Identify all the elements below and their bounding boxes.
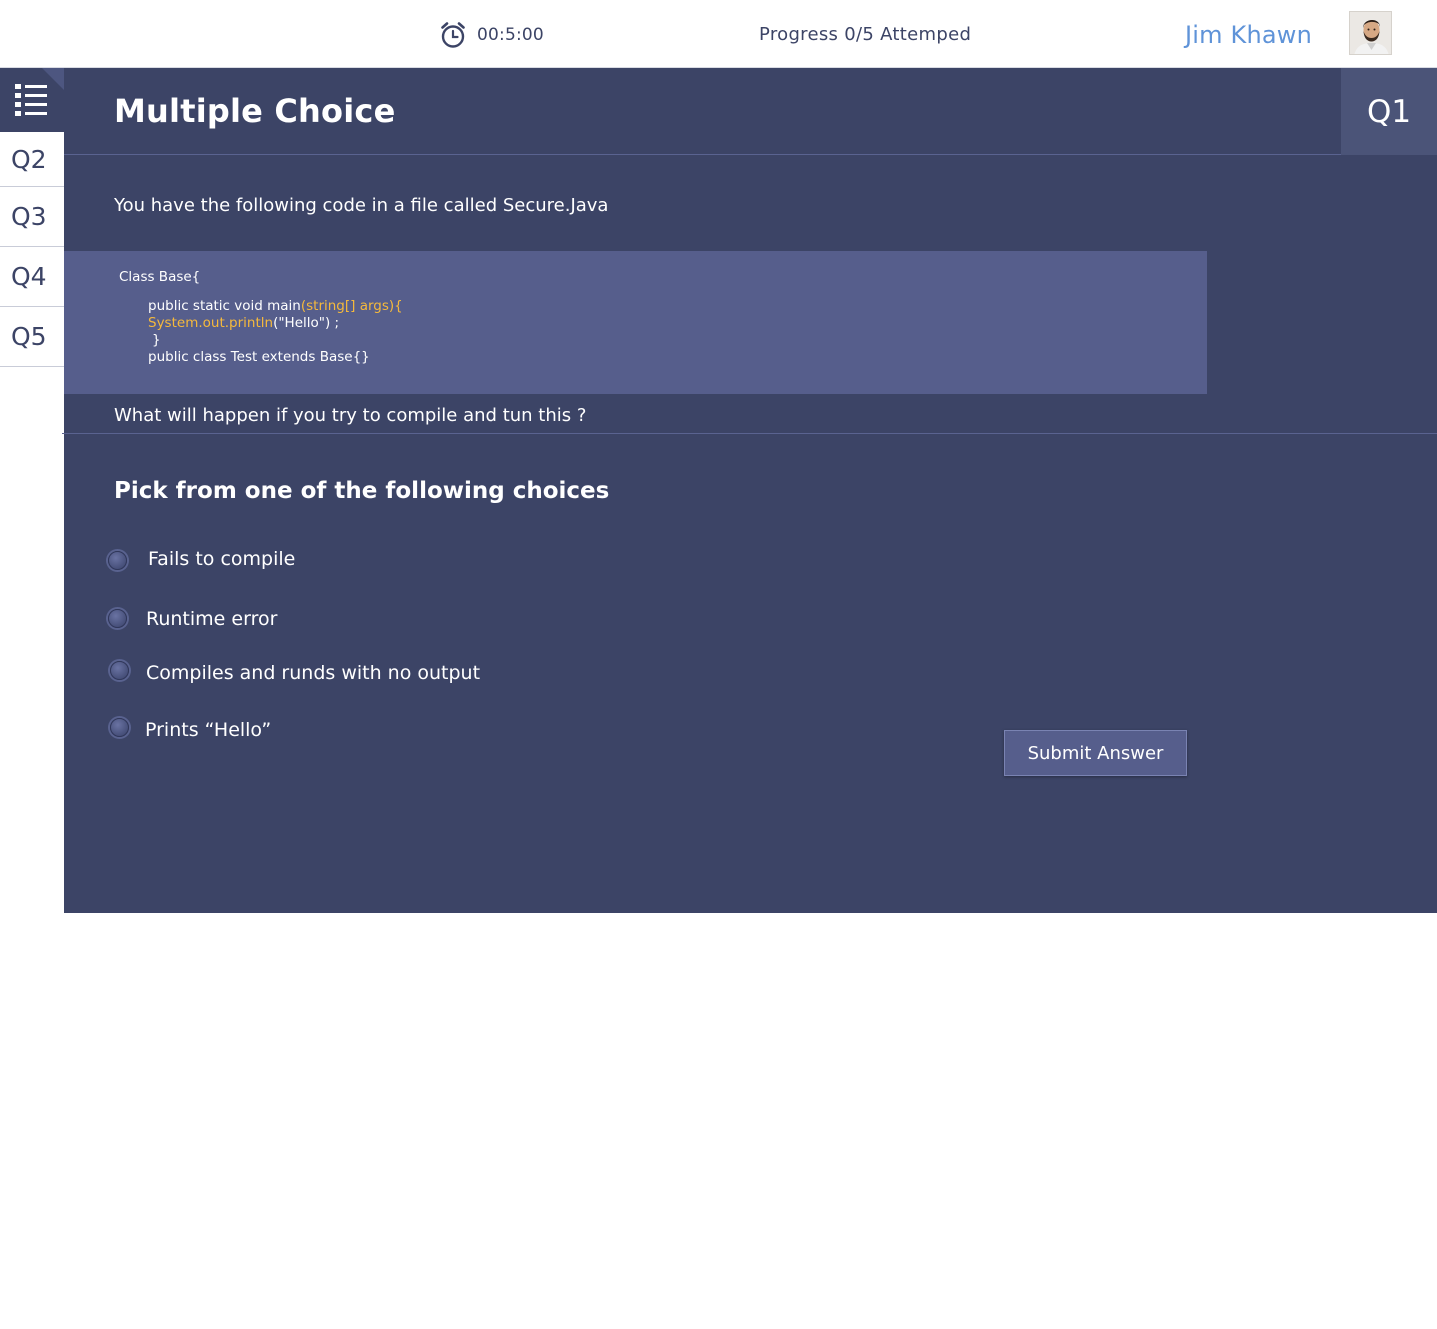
divider	[62, 433, 1437, 434]
question-sidebar: Q2 Q3 Q4 Q5	[0, 68, 64, 367]
code-line-2: public static void main(string[] args){	[148, 298, 403, 315]
question-panel: Multiple Choice Q1 You have the followin…	[62, 68, 1437, 913]
question-text: What will happen if you try to compile a…	[114, 405, 587, 426]
radio-button[interactable]	[110, 661, 129, 680]
submit-answer-button[interactable]: Submit Answer	[1004, 730, 1187, 776]
code-highlight: System.out.println	[148, 315, 274, 331]
timer-value: 00:5:00	[477, 25, 544, 45]
code-highlight: (string[] args){	[300, 298, 403, 314]
progress-status: Progress 0/5 Attemped	[759, 24, 972, 45]
user-name[interactable]: Jim Khawn	[1185, 21, 1312, 49]
code-line-4: }	[152, 332, 161, 348]
choice-label[interactable]: Compiles and runds with no output	[146, 662, 480, 684]
radio-button[interactable]	[108, 551, 127, 570]
sidebar-item-q4[interactable]: Q4	[0, 247, 64, 307]
radio-button[interactable]	[108, 609, 127, 628]
code-text: public static void main	[148, 298, 301, 314]
choice-option[interactable]	[108, 609, 127, 628]
choice-label[interactable]: Runtime error	[146, 608, 277, 630]
question-number-badge: Q1	[1341, 68, 1437, 155]
code-line-1: Class Base{	[119, 269, 201, 285]
page-title: Multiple Choice	[114, 92, 396, 130]
sidebar-item-q2[interactable]: Q2	[0, 132, 64, 187]
choice-option[interactable]	[110, 718, 129, 737]
question-header: Multiple Choice Q1	[64, 68, 1437, 155]
list-menu-icon	[15, 83, 49, 117]
choice-option[interactable]	[110, 661, 129, 680]
alarm-clock-icon	[440, 21, 466, 49]
sidebar-item-q5[interactable]: Q5	[0, 307, 64, 367]
choices-heading: Pick from one of the following choices	[114, 478, 610, 504]
code-line-5: public class Test extends Base{}	[148, 349, 370, 365]
question-intro: You have the following code in a file ca…	[114, 195, 609, 216]
timer: 00:5:00	[440, 21, 544, 49]
choice-label[interactable]: Fails to compile	[148, 548, 295, 570]
choice-option[interactable]	[108, 551, 127, 570]
avatar[interactable]	[1349, 11, 1392, 55]
code-block: Class Base{ public static void main(stri…	[64, 251, 1207, 394]
menu-button[interactable]	[0, 68, 64, 132]
top-bar: 00:5:00 Progress 0/5 Attemped Jim Khawn	[0, 0, 1437, 68]
code-line-3: System.out.println("Hello") ;	[148, 315, 339, 332]
choice-label[interactable]: Prints “Hello”	[145, 719, 271, 741]
sidebar-item-q3[interactable]: Q3	[0, 187, 64, 247]
radio-button[interactable]	[110, 718, 129, 737]
code-text: ("Hello") ;	[273, 315, 340, 331]
